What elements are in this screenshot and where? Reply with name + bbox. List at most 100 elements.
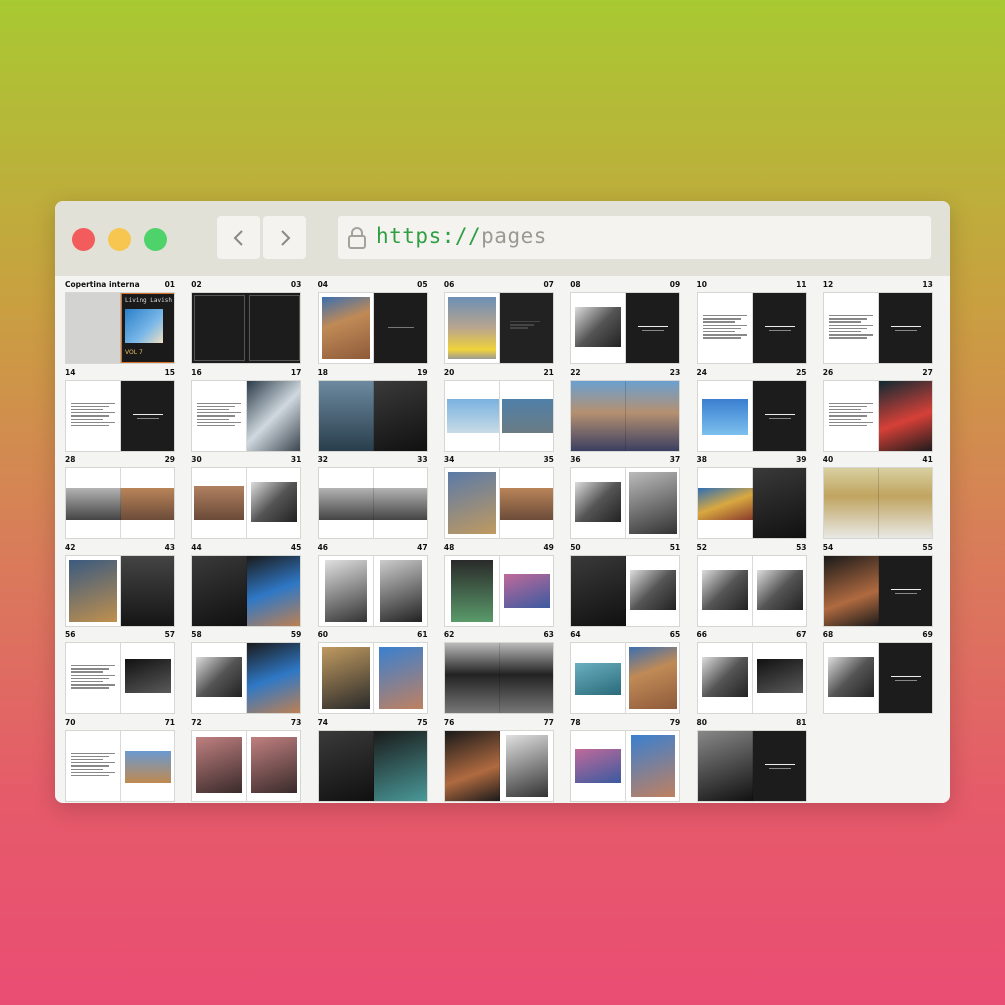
right-page-thumbnail[interactable] xyxy=(374,643,427,713)
right-page-thumbnail[interactable] xyxy=(499,468,553,538)
right-page-thumbnail[interactable] xyxy=(500,556,553,626)
spread-thumbnail[interactable] xyxy=(191,729,302,802)
page-spread[interactable]: 68 69 xyxy=(822,630,933,716)
spread-thumbnail[interactable] xyxy=(443,642,554,714)
right-page-thumbnail[interactable] xyxy=(878,468,932,538)
page-spread[interactable]: 26 27 xyxy=(822,368,933,454)
left-page-thumbnail[interactable] xyxy=(571,555,627,626)
spread-thumbnail[interactable] xyxy=(65,729,175,802)
page-spread[interactable]: 62 63 xyxy=(443,630,554,716)
right-page-thumbnail[interactable] xyxy=(878,555,932,626)
right-page-thumbnail[interactable] xyxy=(752,468,806,538)
left-page-thumbnail[interactable] xyxy=(66,468,121,538)
maximize-window-button[interactable] xyxy=(144,228,167,251)
right-page-thumbnail[interactable] xyxy=(247,731,300,801)
page-spread[interactable]: 44 45 xyxy=(191,543,302,629)
spread-thumbnail[interactable] xyxy=(822,642,933,714)
back-button[interactable] xyxy=(217,216,260,259)
left-page-thumbnail[interactable] xyxy=(192,468,247,538)
right-page-thumbnail[interactable] xyxy=(247,643,301,713)
page-spread[interactable]: 16 17 xyxy=(191,368,302,454)
left-page-thumbnail[interactable] xyxy=(192,555,248,626)
left-page-thumbnail[interactable] xyxy=(66,643,121,713)
spread-thumbnail[interactable] xyxy=(317,379,428,452)
left-page-thumbnail[interactable] xyxy=(318,468,374,538)
page-spread[interactable]: 24 25 xyxy=(696,368,807,454)
right-page-thumbnail[interactable]: Living Lavish VOL 7 xyxy=(121,293,174,363)
left-page-thumbnail[interactable] xyxy=(698,643,753,713)
right-page-thumbnail[interactable] xyxy=(878,380,932,451)
right-page-thumbnail[interactable] xyxy=(878,293,932,363)
spread-thumbnail[interactable] xyxy=(191,379,302,452)
left-page-thumbnail[interactable] xyxy=(192,293,248,363)
page-spread[interactable]: 50 51 xyxy=(570,543,681,629)
page-spread[interactable]: 34 35 xyxy=(443,455,554,541)
right-page-thumbnail[interactable] xyxy=(247,293,301,363)
left-page-thumbnail[interactable] xyxy=(823,293,879,363)
page-spread[interactable]: 30 31 xyxy=(191,455,302,541)
spread-thumbnail[interactable] xyxy=(65,554,175,627)
left-page-thumbnail[interactable] xyxy=(698,556,753,626)
left-page-thumbnail[interactable] xyxy=(444,730,500,801)
left-page-thumbnail[interactable] xyxy=(66,730,121,801)
left-page-thumbnail[interactable] xyxy=(445,381,500,451)
left-page-thumbnail[interactable] xyxy=(697,293,753,363)
page-spread[interactable]: 42 43 xyxy=(65,543,175,629)
right-page-thumbnail[interactable] xyxy=(752,730,806,801)
spread-thumbnail[interactable] xyxy=(191,554,302,627)
spread-thumbnail[interactable] xyxy=(65,642,175,714)
right-page-thumbnail[interactable] xyxy=(499,293,553,363)
page-spread[interactable]: 32 33 xyxy=(317,455,428,541)
right-page-thumbnail[interactable] xyxy=(121,555,174,626)
page-spread[interactable]: 36 37 xyxy=(570,455,681,541)
page-spread[interactable]: 78 79 xyxy=(570,718,681,804)
page-spread[interactable]: 48 49 xyxy=(443,543,554,629)
page-spread[interactable]: 56 57 xyxy=(65,630,175,716)
spread-thumbnail[interactable] xyxy=(696,379,807,452)
right-page-thumbnail[interactable] xyxy=(500,381,553,451)
spread-thumbnail[interactable] xyxy=(443,292,554,364)
page-spread[interactable]: 64 65 xyxy=(570,630,681,716)
page-spread[interactable]: 06 07 xyxy=(443,280,554,366)
right-page-thumbnail[interactable] xyxy=(878,643,932,713)
spread-thumbnail[interactable] xyxy=(191,642,302,714)
left-page-thumbnail[interactable] xyxy=(318,730,374,801)
spread-thumbnail[interactable] xyxy=(822,554,933,627)
left-page-thumbnail[interactable] xyxy=(823,555,879,626)
spread-thumbnail[interactable] xyxy=(317,554,428,627)
spread-thumbnail[interactable] xyxy=(696,554,807,627)
page-spread[interactable]: 22 23 xyxy=(570,368,681,454)
right-page-thumbnail[interactable] xyxy=(499,643,553,713)
spread-thumbnail[interactable] xyxy=(570,642,681,714)
spread-thumbnail[interactable] xyxy=(65,467,175,539)
address-bar[interactable]: https://pages xyxy=(338,216,931,259)
spread-thumbnail[interactable] xyxy=(570,292,681,364)
left-page-thumbnail[interactable] xyxy=(319,643,374,713)
spread-thumbnail[interactable] xyxy=(317,292,428,364)
right-page-thumbnail[interactable] xyxy=(121,380,174,451)
page-spread[interactable]: 70 71 xyxy=(65,718,175,804)
left-page-thumbnail[interactable] xyxy=(318,380,374,451)
page-spread[interactable]: Copertina interna 01 Living Lavish VOL 7 xyxy=(65,280,175,366)
spread-thumbnail[interactable] xyxy=(317,729,428,802)
spread-thumbnail[interactable] xyxy=(696,467,807,539)
right-page-thumbnail[interactable] xyxy=(121,468,174,538)
right-page-thumbnail[interactable] xyxy=(500,731,553,801)
spread-thumbnail[interactable] xyxy=(822,379,933,452)
spread-thumbnail[interactable] xyxy=(570,554,681,627)
forward-button[interactable] xyxy=(263,216,306,259)
right-page-thumbnail[interactable] xyxy=(626,380,680,451)
spread-thumbnail[interactable] xyxy=(443,729,554,802)
left-page-thumbnail[interactable] xyxy=(192,380,248,451)
spread-thumbnail[interactable] xyxy=(570,379,681,452)
spread-thumbnail[interactable] xyxy=(570,729,681,802)
spread-thumbnail[interactable] xyxy=(65,379,175,452)
right-page-thumbnail[interactable] xyxy=(374,556,427,626)
right-page-thumbnail[interactable] xyxy=(121,731,174,801)
right-page-thumbnail[interactable] xyxy=(626,293,680,363)
left-page-thumbnail[interactable] xyxy=(445,556,500,626)
page-spread[interactable]: 72 73 xyxy=(191,718,302,804)
left-page-thumbnail[interactable] xyxy=(823,468,879,538)
spread-thumbnail[interactable] xyxy=(191,292,302,364)
left-page-thumbnail[interactable] xyxy=(445,293,500,363)
